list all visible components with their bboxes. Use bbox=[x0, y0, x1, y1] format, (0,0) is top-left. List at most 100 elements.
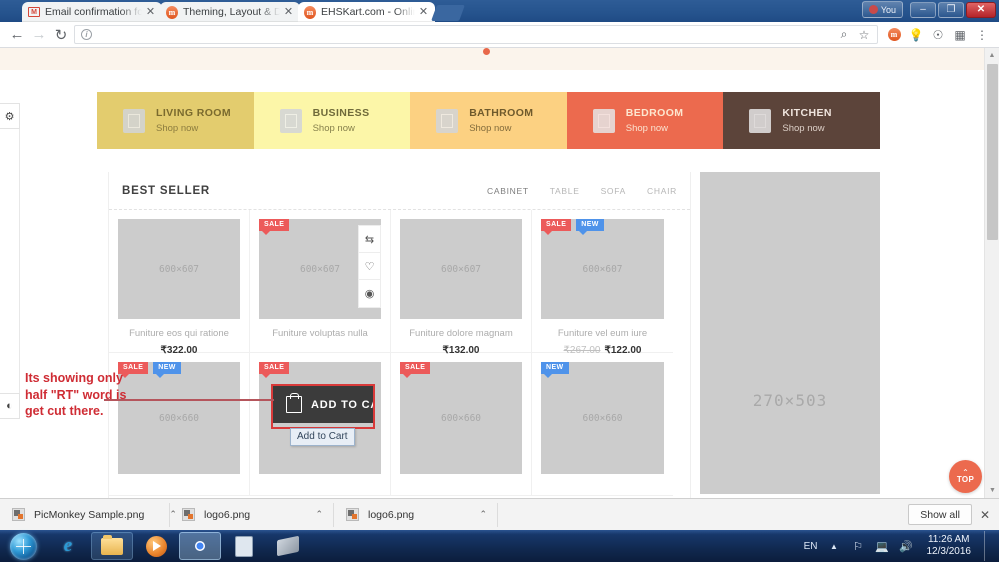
address-bar[interactable]: i ⌕ ☆ bbox=[74, 25, 878, 44]
product-card[interactable]: 600×607 Funiture eos qui ratione ₹322.00 bbox=[109, 210, 250, 356]
page-loader-dot bbox=[483, 48, 490, 55]
product-name[interactable]: Funiture voluptas nulla bbox=[259, 328, 381, 339]
chrome-icon bbox=[189, 535, 211, 557]
tab-close-icon[interactable]: ✕ bbox=[145, 6, 156, 18]
magento-ext-icon[interactable]: m bbox=[883, 24, 905, 46]
scrollbar-thumb[interactable] bbox=[987, 64, 998, 240]
taskbar-calculator[interactable] bbox=[223, 532, 265, 560]
file-explorer-icon bbox=[101, 534, 123, 555]
page-scrollbar[interactable]: ▲ ▼ bbox=[984, 48, 999, 498]
tab-chair[interactable]: CHAIR bbox=[647, 186, 677, 196]
user-label: You bbox=[880, 4, 896, 15]
chevron-up-icon[interactable]: ⌃ bbox=[299, 509, 323, 520]
reload-icon[interactable]: ↻ bbox=[50, 24, 72, 46]
tab-title: Theming, Layout & Desi bbox=[183, 6, 280, 18]
bookmark-star-icon[interactable]: ☆ bbox=[857, 24, 871, 46]
clock-time: 11:26 AM bbox=[927, 533, 970, 545]
category-tile-kitchen[interactable]: KITCHEN Shop now bbox=[723, 92, 880, 149]
product-name[interactable]: Funiture vel eum iure bbox=[541, 328, 664, 339]
download-item[interactable]: logo6.png ⌃ bbox=[334, 502, 498, 527]
tab-sofa[interactable]: SOFA bbox=[601, 186, 626, 196]
volume-icon[interactable]: 🔊 bbox=[899, 539, 914, 554]
category-tile-living-room[interactable]: LIVING ROOM Shop now bbox=[97, 92, 254, 149]
add-to-cart-tooltip: Add to Cart bbox=[290, 428, 355, 446]
taskbar-media-player[interactable] bbox=[135, 532, 177, 560]
clock-date: 12/3/2016 bbox=[926, 546, 972, 557]
product-card[interactable]: SALE 600×660 bbox=[391, 353, 532, 496]
browser-tab-2[interactable]: m EHSKart.com - Online In ✕ bbox=[298, 2, 435, 22]
compare-icon[interactable]: ⇆ bbox=[359, 226, 380, 253]
category-banner-row: LIVING ROOM Shop now BUSINESS Shop now B… bbox=[97, 92, 880, 149]
back-icon[interactable]: ← bbox=[6, 24, 28, 46]
category-tile-bathroom[interactable]: BATHROOM Shop now bbox=[410, 92, 567, 149]
chevron-up-icon[interactable]: ⌃ bbox=[463, 509, 487, 520]
furniture-icon bbox=[123, 108, 145, 133]
browser-tab-1[interactable]: m Theming, Layout & Desi ✕ bbox=[160, 2, 300, 22]
my-ext-icon[interactable]: ▦ bbox=[949, 24, 971, 46]
network-icon[interactable]: 💻 bbox=[875, 539, 890, 554]
contrast-toggle-button[interactable]: ◐ bbox=[0, 393, 20, 419]
taskbar-scanner[interactable] bbox=[267, 532, 309, 560]
close-downloads-bar-icon[interactable]: ✕ bbox=[980, 508, 990, 522]
downloads-bar: PicMonkey Sample.png ⌃ logo6.png ⌃ logo6… bbox=[0, 498, 999, 530]
show-all-downloads-button[interactable]: Show all bbox=[908, 504, 972, 525]
tab-cabinet[interactable]: CABINET bbox=[487, 186, 529, 196]
bulb-ext-icon[interactable]: 💡 bbox=[905, 24, 927, 46]
scroll-down-arrow[interactable]: ▼ bbox=[985, 483, 999, 498]
product-card[interactable]: SALE NEW 600×660 bbox=[109, 353, 250, 496]
image-file-icon bbox=[12, 508, 25, 521]
browser-tab-0[interactable]: M Email confirmation for Je ✕ bbox=[22, 2, 162, 22]
flag-icon[interactable]: ⚐ bbox=[851, 539, 866, 554]
show-desktop-button[interactable] bbox=[984, 531, 993, 561]
annotation-note: Its showing only half "RT" word is get c… bbox=[25, 371, 127, 419]
scanner-icon bbox=[277, 535, 299, 557]
taskbar-clock[interactable]: 11:26 AM 12/3/2016 bbox=[923, 534, 972, 559]
forward-icon[interactable]: → bbox=[28, 24, 50, 46]
page-info-icon[interactable]: i bbox=[81, 29, 92, 40]
chrome-menu-icon[interactable]: ⋮ bbox=[971, 24, 993, 46]
maximize-button[interactable]: ❐ bbox=[938, 1, 964, 18]
category-tile-bedroom[interactable]: BEDROOM Shop now bbox=[566, 92, 724, 149]
taskbar-file-explorer[interactable] bbox=[91, 532, 133, 560]
back-to-top-button[interactable]: ⌃ TOP bbox=[949, 460, 982, 493]
product-badges: NEW bbox=[541, 362, 569, 378]
product-badges: SALE NEW bbox=[541, 219, 604, 235]
tab-table[interactable]: TABLE bbox=[550, 186, 580, 196]
quickview-icon[interactable]: ◉ bbox=[359, 280, 380, 307]
download-item[interactable]: logo6.png ⌃ bbox=[170, 502, 334, 527]
product-name[interactable]: Funiture dolore magnam bbox=[400, 328, 522, 339]
theme-settings-button[interactable]: ⚙ bbox=[0, 103, 20, 129]
new-tab-button[interactable] bbox=[431, 5, 465, 21]
taskbar-chrome[interactable] bbox=[179, 532, 221, 560]
product-card[interactable]: SALE NEW 600×607 Funiture vel eum iure ₹… bbox=[532, 210, 673, 356]
contrast-icon: ◐ bbox=[6, 400, 13, 412]
tab-close-icon[interactable]: ✕ bbox=[283, 6, 294, 18]
product-card[interactable]: 600×607 Funiture dolore magnam ₹132.00 bbox=[391, 210, 532, 356]
wishlist-icon[interactable]: ♡ bbox=[359, 253, 380, 280]
language-indicator[interactable]: EN bbox=[804, 541, 818, 552]
scroll-up-arrow[interactable]: ▲ bbox=[985, 48, 999, 63]
gmail-icon: M bbox=[28, 6, 40, 18]
close-button[interactable]: ✕ bbox=[966, 1, 996, 18]
download-file-name: logo6.png bbox=[204, 508, 251, 521]
product-image-placeholder: 600×607 bbox=[400, 219, 522, 319]
internet-explorer-icon: e bbox=[63, 535, 73, 556]
start-button[interactable] bbox=[0, 531, 46, 561]
minimize-button[interactable]: – bbox=[910, 1, 936, 18]
show-hidden-icons-icon[interactable]: ▲ bbox=[827, 539, 842, 554]
taskbar-internet-explorer[interactable]: e bbox=[47, 532, 89, 560]
at-ext-icon[interactable]: ☉ bbox=[927, 24, 949, 46]
search-icon[interactable]: ⌕ bbox=[837, 24, 851, 46]
best-seller-panel: BEST SELLER CABINET TABLE SOFA CHAIR 600… bbox=[108, 172, 691, 498]
product-card[interactable]: SALE ⇆ ♡ ◉ 600×607 Funiture voluptas nul… bbox=[250, 210, 391, 353]
browser-toolbar: ← → ↻ i ⌕ ☆ m 💡 ☉ ▦ ⋮ bbox=[0, 22, 999, 48]
product-name[interactable]: Funiture eos qui ratione bbox=[118, 328, 240, 339]
tab-close-icon[interactable]: ✕ bbox=[418, 6, 429, 18]
user-profile-button[interactable]: You bbox=[861, 1, 903, 18]
download-item[interactable]: PicMonkey Sample.png ⌃ bbox=[0, 502, 177, 527]
system-tray: EN ▲ ⚐ 💻 🔊 11:26 AM 12/3/2016 bbox=[804, 531, 999, 561]
category-tile-business[interactable]: BUSINESS Shop now bbox=[253, 92, 411, 149]
category-title: BUSINESS bbox=[312, 107, 370, 119]
product-card[interactable]: NEW 600×660 bbox=[532, 353, 673, 496]
furniture-icon bbox=[592, 108, 615, 133]
